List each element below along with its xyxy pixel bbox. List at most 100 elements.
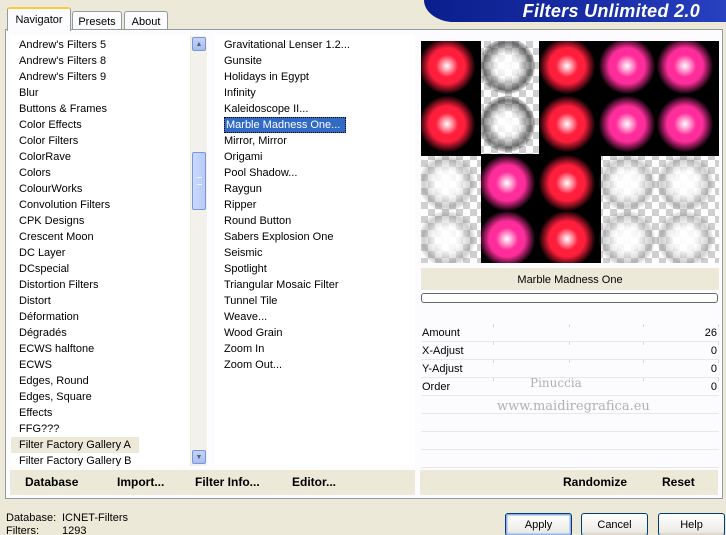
- filter-item-label: Tunnel Tile: [224, 295, 278, 307]
- param-row[interactable]: Amount 26: [421, 324, 719, 342]
- param-value: 26: [704, 327, 717, 339]
- category-item[interactable]: Color Effects: [11, 117, 207, 133]
- reset-button[interactable]: Reset: [662, 475, 695, 489]
- category-item-label: DCspecial: [19, 263, 70, 275]
- category-item-label: Edges, Square: [19, 391, 92, 403]
- slider-tick: [718, 342, 719, 345]
- category-item[interactable]: ECWS halftone: [11, 341, 207, 357]
- category-item[interactable]: Colors: [11, 165, 207, 181]
- database-status-label: Database:: [6, 512, 57, 524]
- slider-tick: [718, 360, 719, 363]
- slider-tick: [643, 324, 644, 327]
- category-item[interactable]: ColorRave: [11, 149, 207, 165]
- import-button[interactable]: Import...: [117, 475, 164, 489]
- filter-item[interactable]: Raygun: [216, 181, 414, 197]
- filter-item[interactable]: Weave...: [216, 309, 414, 325]
- category-item-label: Blur: [19, 87, 39, 99]
- filter-list[interactable]: Gravitational Lenser 1.2... Gunsite Holida…: [215, 35, 415, 467]
- filter-item[interactable]: Gunsite: [216, 53, 414, 69]
- category-item-label: CPK Designs: [19, 215, 85, 227]
- help-label: Help: [680, 518, 703, 531]
- filter-item[interactable]: Holidays in Egypt: [216, 69, 414, 85]
- category-item[interactable]: ColourWorks: [11, 181, 207, 197]
- filter-item[interactable]: Zoom Out...: [216, 357, 414, 373]
- category-item[interactable]: Crescent Moon: [11, 229, 207, 245]
- filter-item-label: Round Button: [224, 215, 292, 227]
- filter-item[interactable]: Marble Madness One...: [216, 117, 414, 133]
- filter-item-label: Origami: [224, 151, 263, 163]
- category-item[interactable]: Filter Factory Gallery B: [11, 453, 207, 466]
- category-item[interactable]: Edges, Square: [11, 389, 207, 405]
- sphere-shape: [657, 96, 713, 152]
- sphere-shape: [657, 155, 713, 211]
- filter-item[interactable]: Wood Grain: [216, 325, 414, 341]
- filter-item[interactable]: Mirror, Mirror: [216, 133, 414, 149]
- database-button[interactable]: Database: [25, 475, 78, 489]
- filter-item[interactable]: Tunnel Tile: [216, 293, 414, 309]
- category-item-label: Buttons & Frames: [19, 103, 108, 115]
- category-item[interactable]: Buttons & Frames: [11, 101, 207, 117]
- category-item-label: Color Filters: [19, 135, 79, 147]
- slider-tick: [493, 360, 494, 363]
- filter-item[interactable]: Sabers Explosion One: [216, 229, 414, 245]
- category-item-label: Déformation: [19, 311, 79, 323]
- editor-button[interactable]: Editor...: [292, 475, 336, 489]
- category-item[interactable]: Andrew's Filters 5: [11, 37, 207, 53]
- filter-item-label: Pool Shadow...: [224, 167, 298, 179]
- tab-label: Presets: [78, 16, 116, 28]
- scroll-up-icon[interactable]: ▲: [192, 37, 206, 51]
- category-item[interactable]: Effects: [11, 405, 207, 421]
- filter-item[interactable]: Spotlight: [216, 261, 414, 277]
- category-item[interactable]: ECWS: [11, 357, 207, 373]
- tab-navigator[interactable]: Navigator: [7, 7, 71, 31]
- category-item[interactable]: Distort: [11, 293, 207, 309]
- filters-count-value: 1293: [62, 525, 87, 535]
- category-item[interactable]: Filter Factory Gallery A: [11, 437, 207, 453]
- category-item[interactable]: DCspecial: [11, 261, 207, 277]
- filter-item[interactable]: Kaleidoscope II...: [216, 101, 414, 117]
- filter-item[interactable]: Seismic: [216, 245, 414, 261]
- sphere-shape: [539, 155, 595, 211]
- filter-item[interactable]: Pool Shadow...: [216, 165, 414, 181]
- scroll-down-icon[interactable]: ▼: [192, 450, 206, 464]
- category-item[interactable]: Andrew's Filters 9: [11, 69, 207, 85]
- slider-tick: [569, 360, 570, 363]
- category-item[interactable]: Blur: [11, 85, 207, 101]
- scroll-thumb[interactable]: [192, 152, 206, 210]
- category-item[interactable]: CPK Designs: [11, 213, 207, 229]
- category-item[interactable]: FFG???: [11, 421, 207, 437]
- left-action-bar: Database Import... Filter Info... Editor…: [10, 470, 415, 495]
- filter-item[interactable]: Zoom In: [216, 341, 414, 357]
- category-item[interactable]: Color Filters: [11, 133, 207, 149]
- category-item-label: ECWS: [19, 359, 52, 371]
- filter-item[interactable]: Infinity: [216, 85, 414, 101]
- randomize-button[interactable]: Randomize: [563, 475, 627, 489]
- category-item-label: Distortion Filters: [19, 279, 99, 291]
- filter-name-label: Marble Madness One: [421, 268, 719, 290]
- category-item[interactable]: Déformation: [11, 309, 207, 325]
- category-item-label: Filter Factory Gallery A: [11, 437, 139, 453]
- category-item[interactable]: Edges, Round: [11, 373, 207, 389]
- category-list[interactable]: Andrew's Filters 5 Andrew's Filters 8 Andr…: [10, 35, 208, 467]
- category-item[interactable]: Distortion Filters: [11, 277, 207, 293]
- filter-info-button[interactable]: Filter Info...: [195, 475, 260, 489]
- help-button[interactable]: Help: [658, 513, 725, 535]
- category-item[interactable]: Andrew's Filters 8: [11, 53, 207, 69]
- param-label: Amount: [422, 327, 460, 339]
- cancel-button[interactable]: Cancel: [581, 513, 648, 535]
- filter-item[interactable]: Ripper: [216, 197, 414, 213]
- category-item[interactable]: Dégradés: [11, 325, 207, 341]
- apply-button[interactable]: Apply: [505, 513, 572, 535]
- filter-item[interactable]: Gravitational Lenser 1.2...: [216, 37, 414, 53]
- sphere-shape: [479, 96, 535, 152]
- category-item[interactable]: DC Layer: [11, 245, 207, 261]
- filter-item[interactable]: Origami: [216, 149, 414, 165]
- slider-tick: [718, 324, 719, 327]
- filter-item[interactable]: Triangular Mosaic Filter: [216, 277, 414, 293]
- filter-item[interactable]: Round Button: [216, 213, 414, 229]
- param-row[interactable]: X-Adjust 0: [421, 342, 719, 360]
- database-status-value: ICNET-Filters: [62, 512, 128, 524]
- category-item[interactable]: Convolution Filters: [11, 197, 207, 213]
- category-scrollbar[interactable]: ▲ ▼: [190, 36, 207, 466]
- category-item-label: Edges, Round: [19, 375, 89, 387]
